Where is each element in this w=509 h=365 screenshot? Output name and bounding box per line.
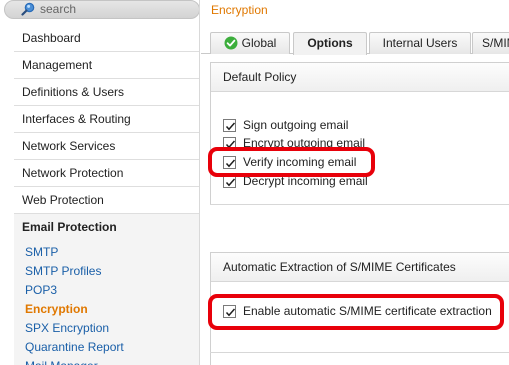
sign-outgoing-checkbox[interactable] (223, 119, 236, 132)
subnav-item-smtp[interactable]: SMTP (14, 243, 199, 262)
sidebar-item-interfaces-routing[interactable]: Interfaces & Routing (14, 106, 199, 133)
sidebar-item-email-protection[interactable]: Email Protection (14, 214, 199, 241)
tab-bar: Global Options Internal Users S/MIME (201, 30, 509, 55)
default-policy-title: Default Policy (211, 63, 509, 92)
default-policy-panel: Default Policy Sign outgoing email Encry… (210, 62, 509, 204)
tab-smime[interactable]: S/MIME (472, 32, 509, 54)
left-sidebar: Dashboard Management Definitions & Users… (0, 0, 200, 365)
sidebar-item-definitions-users[interactable]: Definitions & Users (14, 79, 199, 106)
highlight-verify-incoming (208, 147, 375, 177)
smime-extraction-title: Automatic Extraction of S/MIME Certifica… (211, 253, 509, 282)
tab-options[interactable]: Options (293, 32, 367, 55)
panel-divider-bottom (210, 352, 509, 353)
sign-outgoing-label: Sign outgoing email (243, 118, 349, 132)
subnav-item-mail-manager[interactable]: Mail Manager (14, 357, 199, 365)
sidebar-item-network-protection[interactable]: Network Protection (14, 160, 199, 187)
tab-global-label: Global (241, 36, 277, 50)
sidebar-item-network-services[interactable]: Network Services (14, 133, 199, 160)
highlight-enable-extraction (208, 294, 504, 330)
check-circle-icon (224, 36, 238, 50)
subnav-item-smtp-profiles[interactable]: SMTP Profiles (14, 262, 199, 281)
sidebar-subnav: SMTP SMTP Profiles POP3 Encryption SPX E… (14, 241, 199, 365)
sidebar-item-management[interactable]: Management (14, 52, 199, 79)
subnav-item-pop3[interactable]: POP3 (14, 281, 199, 300)
search-bar (0, 0, 199, 20)
sidebar-nav: Dashboard Management Definitions & Users… (14, 25, 199, 365)
subnav-item-quarantine-report[interactable]: Quarantine Report (14, 338, 199, 357)
page-title: Encryption (211, 3, 268, 17)
sidebar-item-web-protection[interactable]: Web Protection (14, 187, 199, 214)
panel-divider (210, 204, 509, 205)
sidebar-item-dashboard[interactable]: Dashboard (14, 25, 199, 52)
tab-internal-users[interactable]: Internal Users (369, 32, 471, 54)
search-input[interactable] (40, 1, 190, 17)
subnav-item-spx-encryption[interactable]: SPX Encryption (14, 319, 199, 338)
subnav-item-encryption[interactable]: Encryption (14, 300, 199, 319)
tab-global[interactable]: Global (210, 32, 290, 54)
search-icon (21, 2, 35, 16)
